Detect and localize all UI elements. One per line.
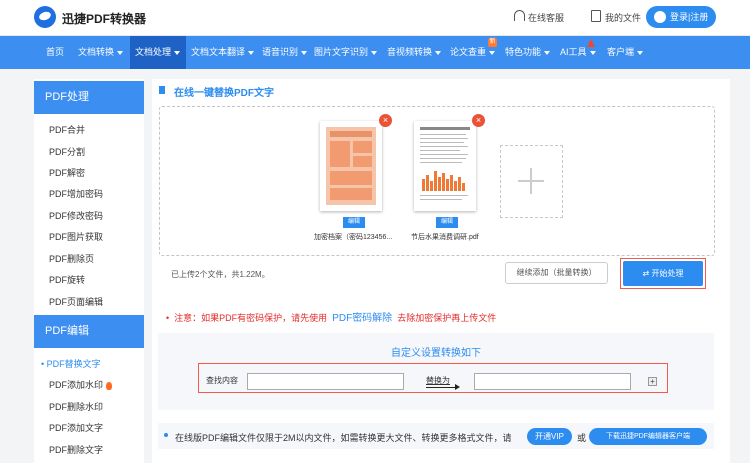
nav-label: 特色功能 xyxy=(505,47,542,57)
upload-summary: 已上传2个文件，共1.22M。 xyxy=(171,270,270,279)
sidebar-item-active[interactable]: • PDF替换文字 xyxy=(41,357,101,370)
nav-features[interactable]: 特色功能 xyxy=(505,36,551,69)
file-preview-image xyxy=(420,127,470,200)
sidebar-item-label: PDF替换文字 xyxy=(46,359,101,369)
page-title: 在线一键替换PDF文字 xyxy=(174,88,274,99)
file-name: 加密档案（密码123456... xyxy=(314,234,393,241)
arrow-right-icon xyxy=(426,384,460,390)
replace-input[interactable] xyxy=(474,373,631,390)
remove-file-icon[interactable]: × xyxy=(472,114,485,127)
nav-label: 语音识别 xyxy=(262,47,299,57)
nav-label: 文档转换 xyxy=(78,47,115,57)
chevron-down-icon xyxy=(637,50,644,55)
remove-file-icon[interactable]: × xyxy=(379,114,392,127)
top-bar: 迅捷PDF转换器 在线客服 我的文件 登录|注册 xyxy=(0,0,750,36)
nav-speech[interactable]: 语音识别 xyxy=(262,36,308,69)
headset-icon[interactable] xyxy=(514,10,525,21)
main-nav: 首页 文档转换 文档处理 文档文本翻译 语音识别 图片文字识别 音视频转换 论文… xyxy=(0,36,750,69)
new-badge: 新 xyxy=(488,38,497,47)
chevron-down-icon xyxy=(117,50,124,55)
nav-label: 文档文本翻译 xyxy=(191,47,246,57)
sidebar-item[interactable]: PDF图片获取 xyxy=(49,230,103,243)
nav-label: 客户端 xyxy=(607,47,635,57)
nav-label: 论文查重 xyxy=(450,47,487,57)
or-label: 或 xyxy=(577,433,587,443)
document-icon xyxy=(159,86,165,94)
user-avatar-icon xyxy=(654,11,666,23)
chevron-down-icon xyxy=(489,50,496,55)
edit-file-button[interactable]: 编辑 xyxy=(343,217,365,228)
login-label: 登录|注册 xyxy=(670,12,709,22)
brand-name[interactable]: 迅捷PDF转换器 xyxy=(62,10,146,27)
sidebar-item[interactable]: PDF旋转 xyxy=(49,273,85,286)
file-thumbnail[interactable] xyxy=(414,121,476,211)
unlock-pdf-link[interactable]: PDF密码解除 xyxy=(332,313,392,324)
sidebar-item[interactable]: PDF添加水印 xyxy=(49,378,113,391)
nav-av-convert[interactable]: 音视频转换 xyxy=(387,36,442,69)
sidebar-item[interactable]: PDF合并 xyxy=(49,123,85,136)
plus-icon-vertical xyxy=(530,168,532,194)
login-button[interactable]: 登录|注册 xyxy=(646,6,716,28)
chevron-down-icon xyxy=(435,50,442,55)
nav-home[interactable]: 首页 xyxy=(38,36,72,69)
vip-button[interactable]: 开通VIP xyxy=(527,428,572,445)
sidebar-item[interactable]: PDF页面编辑 xyxy=(49,295,103,308)
continue-add-button[interactable]: 继续添加（批量转换） xyxy=(505,262,608,284)
nav-label: 首页 xyxy=(46,47,65,57)
file-preview-image xyxy=(326,127,376,205)
nav-label: AI工具 xyxy=(560,47,587,57)
nav-doc-convert[interactable]: 文档转换 xyxy=(78,36,124,69)
find-input[interactable] xyxy=(247,373,404,390)
start-label: 开始处理 xyxy=(651,269,684,278)
settings-title: 自定义设置转换如下 xyxy=(391,348,481,359)
fire-icon xyxy=(106,381,113,390)
file-name: 节后水果消费调研.pdf xyxy=(411,234,479,241)
replace-label: 替换为 xyxy=(426,376,450,385)
sidebar-item[interactable]: PDF分割 xyxy=(49,145,85,158)
chevron-down-icon xyxy=(248,50,255,55)
sidebar-item[interactable]: PDF删除文字 xyxy=(49,443,103,456)
logo-icon[interactable] xyxy=(34,6,56,28)
chevron-down-icon xyxy=(301,50,308,55)
nav-label: 音视频转换 xyxy=(387,47,433,57)
nav-doc-process[interactable]: 文档处理 xyxy=(130,36,186,69)
notice-suffix: 去除加密保护再上传文件 xyxy=(397,313,497,323)
sidebar-item[interactable]: PDF删除页 xyxy=(49,252,94,265)
sidebar: PDF处理 PDF合并 PDF分割 PDF解密 PDF增加密码 PDF修改密码 … xyxy=(34,79,144,463)
nav-translate[interactable]: 文档文本翻译 xyxy=(191,36,255,69)
my-files-link[interactable]: 我的文件 xyxy=(605,11,641,24)
password-notice: • 注意：如果PDF有密码保护，请先使用 PDF密码解除 去除加密保护再上传文件 xyxy=(166,313,497,324)
document-icon[interactable] xyxy=(591,10,601,22)
sidebar-item[interactable]: PDF增加密码 xyxy=(49,187,103,200)
chevron-down-icon xyxy=(174,50,181,55)
sidebar-item-label: PDF添加水印 xyxy=(49,380,104,390)
bullet-icon xyxy=(164,433,168,437)
nav-client[interactable]: 客户端 xyxy=(607,36,644,69)
nav-ocr[interactable]: 图片文字识别 xyxy=(314,36,378,69)
add-rule-button[interactable]: + xyxy=(648,377,657,386)
sidebar-item[interactable]: PDF添加文字 xyxy=(49,421,103,434)
sidebar-item[interactable]: PDF删除水印 xyxy=(49,400,103,413)
download-client-button[interactable]: 下载迅捷PDF编辑器客户端 xyxy=(589,428,707,445)
sidebar-section-title: PDF处理 xyxy=(34,81,144,114)
upsell-text: 在线版PDF编辑文件仅限于2M以内文件，如需转换更大文件、转换更多格式文件，请 xyxy=(175,433,512,443)
sidebar-section-title: PDF编辑 xyxy=(34,315,144,348)
customer-service-link[interactable]: 在线客服 xyxy=(528,11,564,24)
edit-file-button[interactable]: 编辑 xyxy=(436,217,458,228)
start-button[interactable]: ⇄ 开始处理 xyxy=(623,261,703,286)
chevron-down-icon xyxy=(371,50,378,55)
chevron-down-icon xyxy=(589,50,596,55)
nav-label: 文档处理 xyxy=(135,47,172,57)
file-thumbnail[interactable] xyxy=(320,121,382,211)
chevron-down-icon xyxy=(544,50,551,55)
find-label: 查找内容 xyxy=(206,376,238,385)
sidebar-item[interactable]: PDF修改密码 xyxy=(49,209,103,222)
notice-prefix: 注意：如果PDF有密码保护，请先使用 xyxy=(174,313,328,323)
sidebar-item[interactable]: PDF解密 xyxy=(49,166,85,179)
nav-label: 图片文字识别 xyxy=(314,47,369,57)
hot-marker-icon xyxy=(587,39,595,47)
